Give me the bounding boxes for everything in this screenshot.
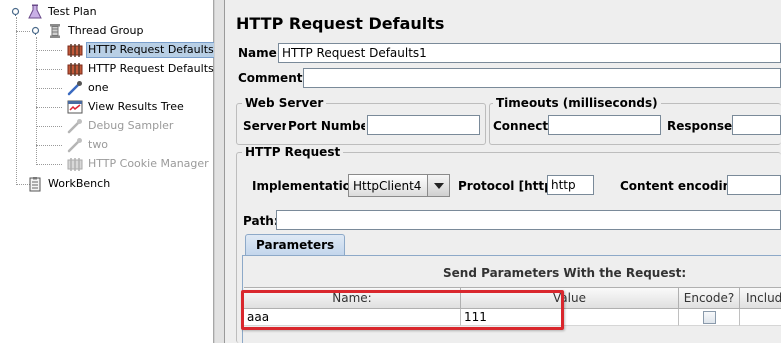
response-label: Response:: [667, 119, 737, 133]
tree-node-view-results-tree[interactable]: View Results Tree: [67, 98, 186, 116]
response-timeout-field[interactable]: [732, 115, 781, 135]
port-number-field[interactable]: [367, 115, 480, 135]
tree-node-two[interactable]: two: [67, 136, 110, 154]
path-field[interactable]: [276, 210, 781, 230]
column-header-encode[interactable]: Encode?: [679, 287, 740, 309]
content-encoding-field[interactable]: [727, 175, 781, 195]
results-window-icon: [67, 99, 83, 115]
beaker-icon: [27, 4, 43, 20]
tree-node-test-plan[interactable]: Test Plan: [27, 3, 99, 21]
tree-node-one[interactable]: one: [67, 79, 110, 97]
config-hammer-icon: [67, 61, 83, 77]
tree-node-label: Debug Sampler: [88, 119, 174, 132]
tree-node-label: HTTP Cookie Manager: [88, 157, 209, 170]
expanded-handle-icon[interactable]: [31, 26, 40, 35]
connect-label: Connect:: [493, 119, 553, 133]
name-field[interactable]: HTTP Request Defaults1: [278, 43, 781, 63]
port-number-label: Port Number:: [286, 119, 365, 133]
spool-icon: [47, 23, 63, 39]
config-hammer-icon: [67, 42, 83, 58]
clipboard-icon: [27, 176, 43, 192]
implementation-select[interactable]: HttpClient4: [348, 174, 450, 197]
tree-node-thread-group[interactable]: Thread Group: [47, 22, 145, 40]
expanded-handle-icon[interactable]: [11, 7, 20, 16]
parameters-heading: Send Parameters With the Request:: [443, 266, 687, 280]
name-label: Name:: [238, 46, 282, 60]
tree-node-label: HTTP Request Defaults2: [88, 62, 221, 75]
tree-connector: [36, 88, 62, 89]
server-name-label: Server Name or IP: Port Number:: [243, 119, 365, 133]
param-encode-cell: [679, 309, 740, 326]
tree-node-http-request-defaults2[interactable]: HTTP Request Defaults2: [67, 60, 223, 78]
tree-node-label: two: [88, 138, 109, 151]
page-title: HTTP Request Defaults: [236, 14, 445, 33]
content-encoding-label: Content encoding:: [620, 179, 745, 193]
tree-node-http-cookie-manager[interactable]: HTTP Cookie Manager: [67, 155, 211, 173]
pipette-icon: [67, 80, 83, 96]
web-server-legend: Web Server: [242, 96, 327, 110]
tree-node-label: HTTP Request Defaults1: [86, 42, 223, 58]
http-request-legend: HTTP Request: [242, 145, 344, 159]
tree-node-label: Test Plan: [48, 5, 97, 18]
tree-connector: [16, 17, 17, 185]
tree-node-http-request-defaults1[interactable]: HTTP Request Defaults1: [67, 41, 223, 59]
protocol-field[interactable]: http: [547, 175, 594, 195]
pipette-icon: [67, 137, 83, 153]
pipette-icon: [67, 118, 83, 134]
column-header-include[interactable]: Include: [740, 287, 781, 309]
comments-field[interactable]: [303, 68, 781, 88]
chevron-down-icon[interactable]: [427, 175, 449, 196]
connect-timeout-field[interactable]: [548, 115, 661, 135]
encode-checkbox[interactable]: [702, 310, 716, 324]
tree-connector: [36, 50, 62, 51]
implementation-value: HttpClient4: [353, 178, 422, 193]
test-plan-tree[interactable]: Test Plan Thread Group HTTP Request Defa…: [0, 0, 223, 343]
param-include-cell[interactable]: [740, 309, 781, 326]
tree-connector: [36, 107, 62, 108]
tree-connector: [36, 164, 62, 165]
tree-node-label: Thread Group: [68, 24, 144, 37]
tree-node-label: one: [88, 81, 109, 94]
tree-connector: [36, 69, 62, 70]
tree-node-label: WorkBench: [48, 177, 111, 190]
tree-node-label: View Results Tree: [88, 100, 184, 113]
tree-connector: [16, 31, 30, 32]
tree-connector: [36, 145, 62, 146]
tree-node-debug-sampler[interactable]: Debug Sampler: [67, 117, 175, 135]
highlight-annotation-box: [241, 290, 564, 330]
tab-parameters[interactable]: Parameters: [245, 234, 346, 255]
tree-node-workbench[interactable]: WorkBench: [27, 175, 112, 193]
path-label: Path:: [243, 214, 279, 228]
config-hammer-icon: [67, 156, 83, 172]
tree-connector: [36, 126, 62, 127]
split-pane-divider[interactable]: [214, 0, 225, 343]
timeouts-legend: Timeouts (milliseconds): [493, 96, 661, 110]
